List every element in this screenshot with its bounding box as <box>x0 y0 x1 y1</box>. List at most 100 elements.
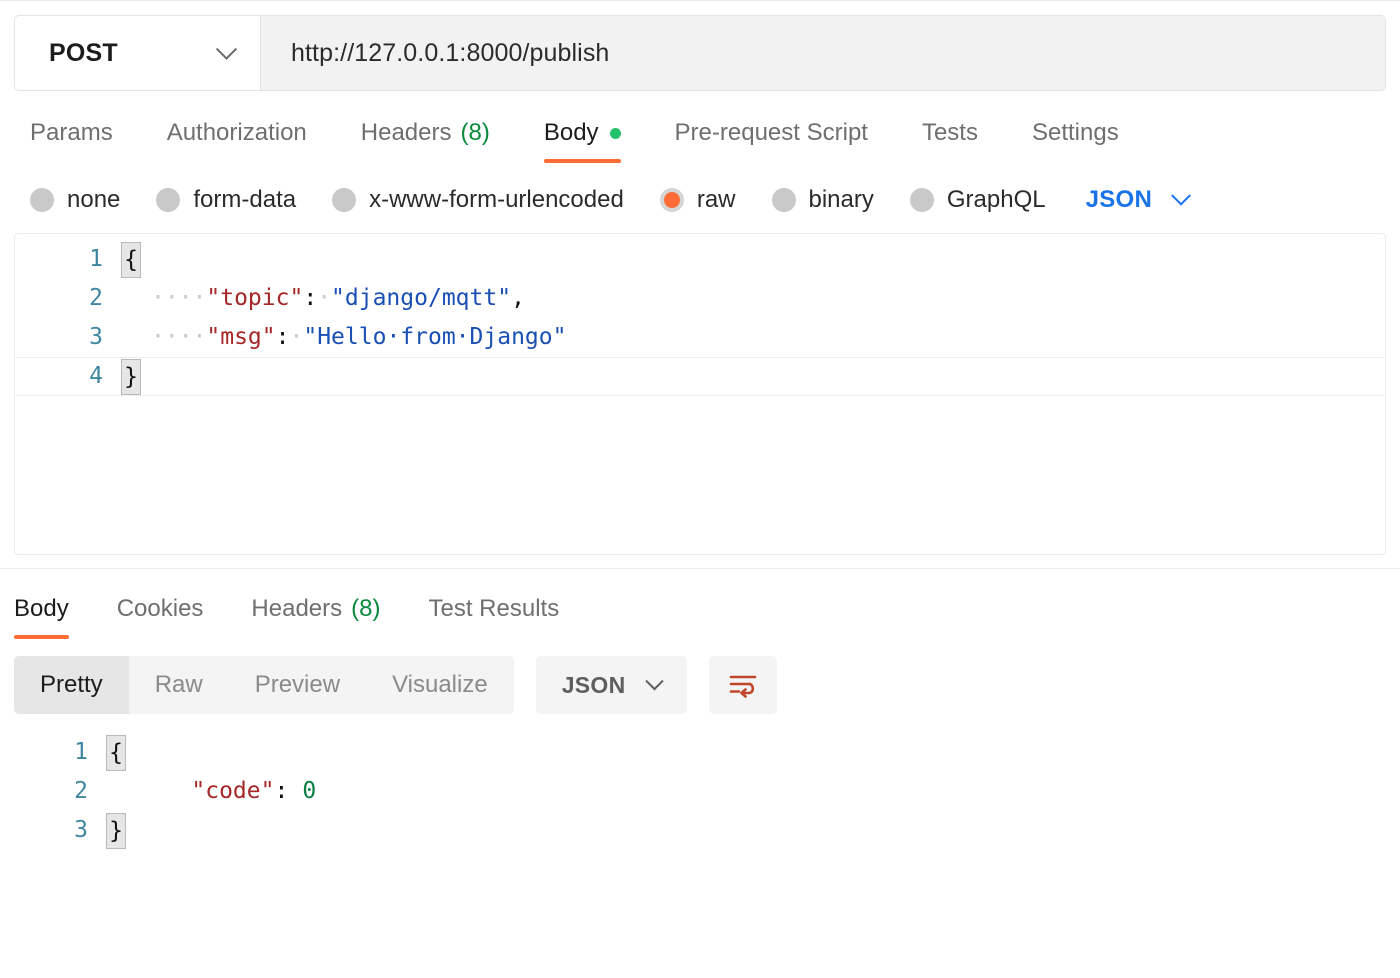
word-wrap-icon <box>728 672 758 698</box>
body-mode-graphql-label: GraphQL <box>947 186 1046 214</box>
response-tab-headers-label: Headers <box>251 595 342 623</box>
tab-authorization[interactable]: Authorization <box>167 119 335 163</box>
tab-headers-label: Headers <box>361 119 452 147</box>
response-view-segmented-control: Pretty Raw Preview Visualize <box>14 656 514 714</box>
body-mode-graphql[interactable]: GraphQL <box>910 186 1046 214</box>
response-tab-headers-count: (8) <box>351 595 380 623</box>
response-view-raw[interactable]: Raw <box>129 656 229 714</box>
response-tab-headers[interactable]: Headers (8) <box>251 595 404 639</box>
response-view-preview[interactable]: Preview <box>229 656 366 714</box>
body-mode-form-data-label: form-data <box>193 186 296 214</box>
gutter: { <box>96 735 136 771</box>
json-key: "code" <box>191 772 274 811</box>
gutter: } <box>111 359 151 395</box>
body-mode-urlencoded[interactable]: x-www-form-urlencoded <box>332 186 624 214</box>
json-key: "msg" <box>206 318 275 357</box>
response-tab-body[interactable]: Body <box>14 595 93 639</box>
gutter: { <box>111 242 151 278</box>
tab-pre-request-script-label: Pre-request Script <box>675 119 868 147</box>
response-tab-cookies[interactable]: Cookies <box>117 595 228 639</box>
json-key: "topic" <box>206 279 303 318</box>
url-input[interactable]: http://127.0.0.1:8000/publish <box>261 16 1385 90</box>
top-divider <box>0 0 1400 1</box>
word-wrap-button[interactable] <box>709 656 777 714</box>
code-line: 1 { <box>15 240 1385 279</box>
response-tab-test-results-label: Test Results <box>428 595 559 623</box>
green-status-dot-icon <box>610 128 621 139</box>
response-toolbar: Pretty Raw Preview Visualize JSON <box>0 639 1400 717</box>
chevron-down-icon <box>216 38 237 59</box>
json-colon: : <box>276 318 290 357</box>
response-format-label: JSON <box>562 672 626 699</box>
brace-close: } <box>121 359 141 395</box>
line-number: 1 <box>15 240 111 279</box>
brace-open: { <box>121 242 141 278</box>
tab-tests[interactable]: Tests <box>922 119 1006 163</box>
radio-icon <box>332 188 356 212</box>
response-body-viewer[interactable]: 1 { 2 "code" : 0 3 } <box>0 717 1400 850</box>
code-line: 3 ···· "msg" : · "Hello·from·Django" <box>15 318 1385 357</box>
body-format-select[interactable]: JSON <box>1086 186 1189 214</box>
response-view-pretty[interactable]: Pretty <box>14 656 129 714</box>
response-view-visualize-label: Visualize <box>392 671 488 699</box>
brace-close: } <box>106 813 126 849</box>
body-mode-raw[interactable]: raw <box>660 186 736 214</box>
code-line-active: 4 } <box>15 357 1385 396</box>
radio-icon <box>772 188 796 212</box>
radio-icon <box>156 188 180 212</box>
body-format-label: JSON <box>1086 186 1153 214</box>
radio-icon <box>910 188 934 212</box>
body-mode-none-label: none <box>67 186 120 214</box>
request-url-bar: POST http://127.0.0.1:8000/publish <box>14 15 1386 91</box>
gutter: } <box>96 813 136 849</box>
request-body-editor[interactable]: 1 { 2 ···· "topic" : · "django/mqtt" , 3… <box>14 233 1386 555</box>
tab-authorization-label: Authorization <box>167 119 307 147</box>
space-dot: · <box>317 279 331 318</box>
json-colon: : <box>274 772 288 811</box>
line-number: 3 <box>0 811 96 850</box>
line-number: 1 <box>0 733 96 772</box>
request-tabs: Params Authorization Headers (8) Body Pr… <box>0 91 1400 163</box>
response-view-preview-label: Preview <box>255 671 340 699</box>
tab-headers[interactable]: Headers (8) <box>361 119 518 163</box>
chevron-down-icon <box>645 672 663 690</box>
body-mode-none[interactable]: none <box>30 186 120 214</box>
response-tabs: Body Cookies Headers (8) Test Results <box>0 569 1400 639</box>
indent-guide <box>136 772 191 811</box>
tab-settings[interactable]: Settings <box>1032 119 1147 163</box>
json-string-value: "django/mqtt" <box>331 279 511 318</box>
line-number: 2 <box>0 772 96 811</box>
chevron-down-icon <box>1171 186 1191 206</box>
code-line: 2 "code" : 0 <box>0 772 1400 811</box>
code-line: 1 { <box>0 733 1400 772</box>
brace-open: { <box>106 735 126 771</box>
tab-params[interactable]: Params <box>30 119 141 163</box>
body-mode-urlencoded-label: x-www-form-urlencoded <box>369 186 624 214</box>
http-method-select[interactable]: POST <box>15 16 261 90</box>
space-dot: · <box>290 318 304 357</box>
response-view-raw-label: Raw <box>155 671 203 699</box>
radio-selected-icon <box>660 188 684 212</box>
http-method-label: POST <box>49 39 118 68</box>
line-number: 2 <box>15 279 111 318</box>
code-line: 3 } <box>0 811 1400 850</box>
body-mode-form-data[interactable]: form-data <box>156 186 296 214</box>
line-number: 4 <box>15 357 111 396</box>
request-code-area[interactable]: 1 { 2 ···· "topic" : · "django/mqtt" , 3… <box>15 234 1385 396</box>
response-view-pretty-label: Pretty <box>40 671 103 699</box>
json-number-value: 0 <box>302 772 316 811</box>
radio-icon <box>30 188 54 212</box>
tab-settings-label: Settings <box>1032 119 1119 147</box>
response-tab-test-results[interactable]: Test Results <box>428 595 583 639</box>
json-colon: : <box>303 279 317 318</box>
indent-guide: ···· <box>151 318 206 357</box>
tab-pre-request-script[interactable]: Pre-request Script <box>675 119 896 163</box>
body-mode-row: none form-data x-www-form-urlencoded raw… <box>0 163 1400 223</box>
response-view-visualize[interactable]: Visualize <box>366 656 514 714</box>
response-format-select[interactable]: JSON <box>536 656 687 714</box>
tab-params-label: Params <box>30 119 113 147</box>
code-line: 2 ···· "topic" : · "django/mqtt" , <box>15 279 1385 318</box>
tab-body[interactable]: Body <box>544 119 649 163</box>
body-mode-raw-label: raw <box>697 186 736 214</box>
body-mode-binary[interactable]: binary <box>772 186 874 214</box>
